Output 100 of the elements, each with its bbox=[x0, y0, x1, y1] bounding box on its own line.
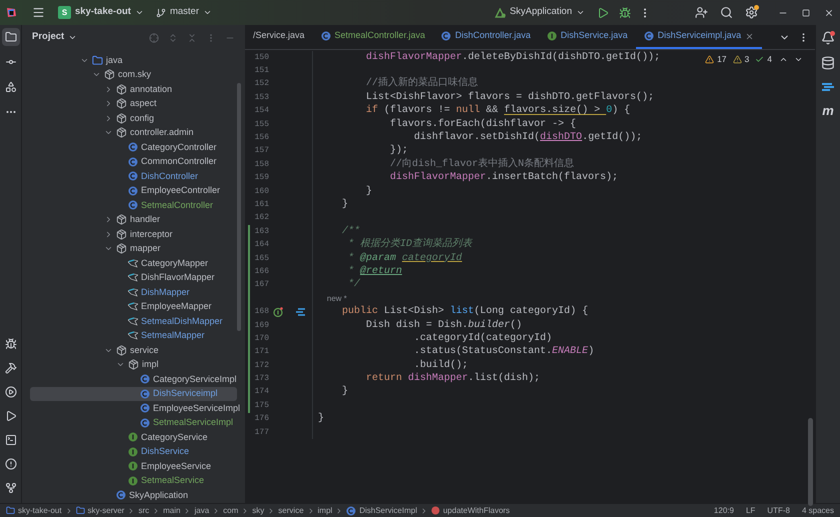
tree-item[interactable]: EmployeeController bbox=[30, 184, 237, 198]
editor-tab[interactable]: DishService.java bbox=[538, 25, 636, 49]
tree-item[interactable]: CategoryMapper bbox=[30, 256, 237, 270]
tree-item[interactable]: config bbox=[30, 111, 237, 126]
tree-item[interactable]: DishController bbox=[30, 169, 237, 184]
chevron-down-icon[interactable] bbox=[68, 33, 78, 42]
breadcrumb[interactable]: sky-take-out bbox=[18, 504, 62, 516]
tree-item[interactable]: java bbox=[30, 53, 237, 68]
breadcrumb[interactable]: com bbox=[223, 504, 238, 516]
check-icon[interactable] bbox=[755, 54, 764, 64]
tree-item[interactable]: impl bbox=[30, 358, 237, 372]
weak-warning-count[interactable]: 3 bbox=[744, 53, 750, 66]
breadcrumb[interactable]: service bbox=[278, 504, 304, 516]
line-number: 163 bbox=[254, 226, 269, 238]
breadcrumb[interactable]: DishServiceImpl bbox=[359, 504, 418, 516]
tree-item[interactable]: CategoryServiceImpl bbox=[30, 372, 237, 386]
tree-item[interactable]: CategoryService bbox=[30, 430, 237, 444]
tree-item[interactable]: aspect bbox=[30, 96, 237, 111]
folder-icon bbox=[92, 54, 103, 66]
stacked-bars-icon[interactable] bbox=[821, 81, 835, 93]
code-line: * @return bbox=[347, 266, 402, 277]
tree-item[interactable]: CategoryController bbox=[30, 140, 237, 154]
line-separator[interactable]: LF bbox=[746, 504, 756, 516]
package-icon bbox=[116, 243, 127, 254]
tree-item[interactable]: controller.admin bbox=[30, 126, 237, 140]
close-tab-icon[interactable] bbox=[745, 32, 754, 40]
weak-warning-icon[interactable] bbox=[732, 54, 742, 64]
tree-item[interactable]: com.sky bbox=[30, 68, 237, 82]
passed-count[interactable]: 4 bbox=[767, 53, 772, 66]
tree-item[interactable]: mapper bbox=[30, 242, 237, 256]
editor-tab[interactable]: DishServiceimpl.java bbox=[636, 25, 762, 49]
restore-icon[interactable] bbox=[802, 8, 810, 16]
inlay-hint[interactable]: new * bbox=[318, 292, 347, 305]
scrollbar-thumb[interactable] bbox=[808, 418, 813, 506]
breadcrumb[interactable]: sky bbox=[252, 504, 264, 516]
line-number: 162 bbox=[254, 212, 269, 224]
tree-item[interactable]: SkyApplication bbox=[30, 488, 237, 502]
tree-item[interactable]: EmployeeServiceImpl bbox=[30, 401, 237, 416]
breadcrumb[interactable]: impl bbox=[318, 504, 332, 516]
search-icon[interactable] bbox=[720, 6, 733, 19]
project-switcher[interactable]: S sky-take-out bbox=[58, 5, 144, 20]
tree-item[interactable]: handler bbox=[30, 212, 237, 227]
cursor-position[interactable]: 120:9 bbox=[714, 504, 734, 516]
app-logo-icon bbox=[6, 7, 17, 18]
tree-item[interactable]: service bbox=[30, 343, 237, 358]
tree-item[interactable]: DishServiceimpl bbox=[30, 386, 237, 401]
tree-item[interactable]: DishService bbox=[30, 444, 237, 459]
tree-item[interactable]: SetmealServiceImpl bbox=[30, 416, 237, 430]
debug-icon[interactable] bbox=[619, 6, 631, 18]
branch-switcher[interactable]: master bbox=[156, 5, 212, 20]
editor-tab[interactable]: DishController.java bbox=[433, 25, 539, 49]
indent-setting[interactable]: 4 spaces bbox=[802, 504, 834, 516]
module-icon bbox=[76, 506, 85, 515]
class-icon bbox=[441, 31, 452, 41]
tree-item[interactable]: DishFlavorMapper bbox=[30, 270, 237, 285]
scrollbar-thumb[interactable] bbox=[237, 83, 241, 331]
add-user-icon[interactable] bbox=[695, 6, 708, 19]
tree-item[interactable]: SetmealController bbox=[30, 198, 237, 212]
panel-title[interactable]: Project bbox=[32, 30, 64, 45]
interface-icon bbox=[128, 476, 138, 486]
menu-icon[interactable] bbox=[32, 6, 45, 19]
run-icon[interactable] bbox=[597, 6, 609, 18]
line-number: 156 bbox=[254, 132, 269, 144]
code-line: return dishMapper.list(dish); bbox=[365, 374, 540, 384]
editor-tab[interactable]: SetmealController.java bbox=[312, 25, 434, 49]
folder-icon[interactable] bbox=[2, 28, 20, 46]
chevron-down-icon bbox=[134, 8, 144, 17]
tree-item[interactable]: interceptor bbox=[30, 227, 237, 242]
project-badge: S bbox=[58, 6, 71, 19]
tree-item[interactable]: annotation bbox=[30, 82, 237, 96]
breadcrumb[interactable]: main bbox=[163, 504, 180, 516]
tree-item[interactable]: SetmealService bbox=[30, 474, 237, 488]
tree-item[interactable]: EmployeeMapper bbox=[30, 300, 237, 314]
code-line: List<DishFlavor> flavors = dishDTO.getFlavors(); bbox=[365, 92, 654, 103]
implementation-icon[interactable] bbox=[273, 307, 283, 318]
tree-item[interactable]: CommonController bbox=[30, 154, 237, 169]
chevron-down-icon bbox=[576, 8, 585, 17]
tree-item[interactable]: SetmealDishMapper bbox=[30, 314, 237, 328]
run-configuration[interactable]: SkyApplication bbox=[494, 5, 585, 20]
file-encoding[interactable]: UTF-8 bbox=[767, 504, 790, 516]
breadcrumb[interactable]: src bbox=[138, 504, 150, 516]
warning-count[interactable]: 17 bbox=[717, 53, 727, 66]
breadcrumb[interactable]: java bbox=[194, 504, 210, 516]
method-link-icon[interactable] bbox=[295, 308, 305, 316]
tree-item[interactable]: SetmealMapper bbox=[30, 328, 237, 343]
warning-icon[interactable] bbox=[705, 54, 714, 64]
editor-tab[interactable]: /Service.java bbox=[245, 25, 313, 49]
interface-icon bbox=[128, 432, 138, 442]
settings-icon[interactable] bbox=[745, 6, 758, 19]
code-line: .status(StatusConstant.ENABLE) bbox=[413, 347, 594, 358]
line-number: 166 bbox=[254, 266, 269, 278]
tree-item[interactable]: EmployeeService bbox=[30, 459, 237, 474]
database-icon[interactable] bbox=[821, 56, 835, 70]
breadcrumb[interactable]: updateWithFlavors bbox=[443, 504, 510, 516]
breadcrumb[interactable]: sky-server bbox=[88, 504, 124, 516]
code-line: dishFlavorMapper.insertBatch(flavors); bbox=[389, 173, 618, 184]
tree-item[interactable]: DishMapper bbox=[30, 285, 237, 300]
maven-tool[interactable]: m bbox=[822, 104, 834, 117]
close-icon[interactable] bbox=[824, 8, 834, 18]
bell-icon[interactable] bbox=[821, 31, 835, 45]
